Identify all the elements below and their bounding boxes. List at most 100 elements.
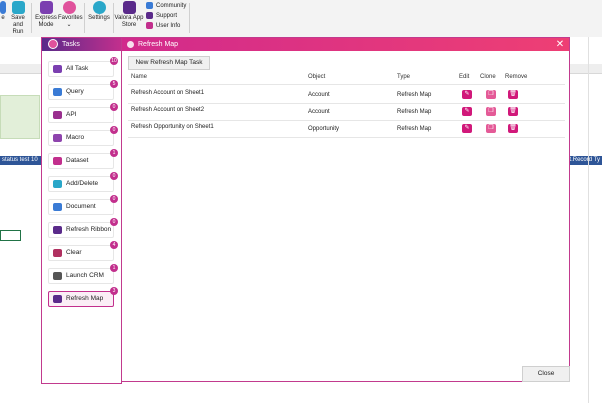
save-and-run-button[interactable]: Save and Run: [8, 1, 28, 36]
copy-icon[interactable]: ❐: [486, 124, 496, 133]
column-header-name: Name: [131, 74, 148, 80]
pencil-icon[interactable]: ✎: [462, 124, 472, 133]
task-label: Query: [66, 88, 84, 95]
task-item[interactable]: Add/Delete 0: [48, 172, 118, 192]
task-count-badge: 3: [110, 287, 118, 295]
new-refresh-map-task-button[interactable]: New Refresh Map Task: [128, 56, 210, 70]
column-header-remove: Remove: [505, 74, 528, 80]
app-store-button[interactable]: Valora App Store: [114, 1, 144, 29]
task-item[interactable]: Query 5: [48, 80, 118, 100]
header-divider: [128, 84, 565, 85]
user-icon: [146, 22, 153, 29]
task-label: Macro: [66, 134, 85, 141]
task-count-badge: 10: [110, 57, 118, 65]
task-count-badge: 1: [110, 264, 118, 272]
selected-cell[interactable]: [0, 230, 21, 241]
task-icon: [53, 134, 62, 142]
community-link[interactable]: Community: [146, 2, 186, 9]
settings-button[interactable]: Settings: [87, 1, 111, 22]
run-button[interactable]: e: [0, 1, 6, 22]
task-label: Clear: [66, 249, 82, 256]
pencil-icon[interactable]: ✎: [462, 90, 472, 99]
task-label: Document: [66, 203, 96, 210]
trash-icon[interactable]: 🗑: [508, 124, 518, 133]
support-link[interactable]: Support: [146, 12, 177, 19]
express-mode-icon: [39, 1, 53, 14]
community-icon: [146, 2, 153, 9]
copy-icon[interactable]: ❐: [486, 107, 496, 116]
row-name: Refresh Opportunity on Sheet1: [131, 124, 214, 130]
ribbon-separator: [84, 3, 85, 33]
row-type: Refresh Map: [397, 92, 432, 98]
task-icon: [53, 249, 62, 257]
task-icon: [53, 111, 62, 119]
task-item[interactable]: Macro 0: [48, 126, 118, 146]
user-info-link[interactable]: User Info: [146, 22, 180, 29]
task-icon: [53, 65, 62, 73]
settings-label: Settings: [88, 15, 110, 21]
chevron-down-icon: ⌄: [66, 22, 72, 28]
task-icon: [53, 272, 62, 280]
ribbon-separator: [31, 3, 32, 33]
refresh-map-dialog: Refresh Map ✕ New Refresh Map Task Name …: [121, 37, 570, 382]
tasks-title: Tasks: [62, 41, 80, 48]
close-button[interactable]: Close: [522, 366, 570, 382]
task-icon: [53, 203, 62, 211]
task-count-badge: 5: [110, 80, 118, 88]
app-store-label: Valora App Store: [114, 15, 144, 28]
column-gridline: [588, 37, 589, 403]
trash-icon[interactable]: 🗑: [508, 107, 518, 116]
express-mode-label: Express Mode: [35, 15, 57, 28]
row-object: Opportunity: [308, 126, 340, 132]
task-count-badge: 0: [110, 103, 118, 111]
support-icon: [146, 12, 153, 19]
row-divider: [128, 103, 565, 104]
express-mode-button[interactable]: Express Mode: [34, 1, 58, 29]
dialog-title: Refresh Map: [138, 41, 179, 48]
gear-icon: [92, 1, 106, 14]
task-count-badge: 0: [110, 126, 118, 134]
task-label: All Task: [66, 65, 89, 72]
green-cell-block[interactable]: [0, 95, 40, 139]
save-run-label: Save and Run: [11, 15, 25, 35]
column-header-object: Object: [308, 74, 326, 80]
heart-icon: [62, 1, 76, 14]
task-count-badge: 4: [110, 241, 118, 249]
row-object: Account: [308, 92, 330, 98]
copy-icon[interactable]: ❐: [486, 90, 496, 99]
task-item[interactable]: Dataset 1: [48, 149, 118, 169]
task-item[interactable]: Clear 4: [48, 241, 118, 261]
task-item[interactable]: Document 0: [48, 195, 118, 215]
tasks-panel: Tasks All Task 10 Query 5 API 0 Macro 0 Dataset 1…: [41, 37, 122, 384]
row-divider: [128, 137, 565, 138]
task-label: Launch CRM: [66, 272, 104, 279]
task-label: API: [66, 111, 77, 118]
support-label: Support: [156, 13, 178, 20]
row-name: Refresh Account on Sheet1: [131, 90, 205, 96]
row-divider: [128, 120, 565, 121]
app-store-icon: [122, 1, 136, 14]
close-icon[interactable]: ✕: [555, 38, 565, 51]
column-header-edit: Edit: [459, 74, 470, 80]
user-info-label: User Info: [156, 23, 181, 30]
task-icon: [53, 180, 62, 188]
row-type: Refresh Map: [397, 109, 432, 115]
task-icon: [53, 88, 62, 96]
task-item[interactable]: All Task 10: [48, 57, 118, 77]
task-item[interactable]: Refresh Ribbon 0: [48, 218, 118, 238]
task-item[interactable]: Launch CRM 1: [48, 264, 118, 284]
task-item[interactable]: API 0: [48, 103, 118, 123]
favorites-button[interactable]: Favorites ⌄: [58, 1, 83, 29]
pencil-icon[interactable]: ✎: [462, 107, 472, 116]
task-item[interactable]: Refresh Map 3: [48, 287, 118, 307]
run-label: e: [1, 15, 5, 21]
task-count-badge: 0: [110, 172, 118, 180]
refresh-map-logo-icon: [127, 41, 134, 48]
column-header-clone: Clone: [480, 74, 496, 80]
save-run-icon: [11, 1, 25, 14]
strip-left-text: status test 10: [2, 157, 38, 163]
ribbon-separator: [189, 3, 190, 33]
task-count-badge: 1: [110, 149, 118, 157]
task-label: Refresh Map: [66, 295, 104, 302]
trash-icon[interactable]: 🗑: [508, 90, 518, 99]
